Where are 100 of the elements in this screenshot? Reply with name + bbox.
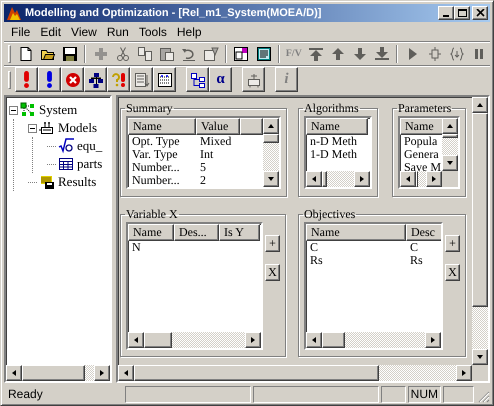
- scroll-arrow-button[interactable]: [472, 97, 488, 113]
- side-button[interactable]: +: [445, 235, 460, 252]
- status-indicator: NUM: [408, 386, 441, 402]
- side-button[interactable]: X: [265, 264, 280, 281]
- exclamation-icon: [24, 71, 29, 88]
- scrollbar-corner: [442, 171, 458, 187]
- scroll-arrow-button[interactable]: [400, 171, 416, 187]
- column-header[interactable]: Name: [306, 224, 406, 241]
- scroll-thumb[interactable]: [322, 332, 345, 348]
- maximize-icon: [458, 9, 466, 17]
- menu-item[interactable]: Tools: [134, 24, 172, 38]
- tree-icon: [190, 72, 206, 88]
- scroll-thumb[interactable]: [263, 134, 279, 144]
- column-header[interactable]: Value: [196, 118, 240, 135]
- column-header[interactable]: Name: [128, 118, 196, 135]
- scrollbar[interactable]: [400, 171, 442, 187]
- scroll-thumb[interactable]: [322, 171, 327, 187]
- menu-item[interactable]: Edit: [35, 24, 66, 38]
- menu-item[interactable]: Help: [172, 24, 207, 38]
- close-icon: [476, 9, 484, 17]
- list-icon: [134, 72, 150, 88]
- app-icon: [6, 5, 22, 21]
- list-cell-text: Popula: [403, 135, 438, 148]
- scroll-arrow-button[interactable]: [456, 365, 472, 381]
- table-icon: [58, 156, 74, 172]
- toolbar-button[interactable]: [38, 67, 61, 92]
- scrollbar[interactable]: [306, 171, 370, 187]
- scroll-arrow-button[interactable]: [354, 171, 370, 187]
- error-icon: [64, 72, 80, 88]
- maximize-button[interactable]: [454, 6, 470, 20]
- close-button[interactable]: [472, 6, 488, 20]
- new-document-icon[interactable]: [18, 46, 34, 62]
- column-header[interactable]: Name: [400, 118, 442, 135]
- list-cell-text: 5: [199, 161, 207, 174]
- exclamation-icon: [47, 71, 52, 88]
- scrollbar[interactable]: [306, 332, 441, 348]
- column-header[interactable]: Name: [306, 118, 368, 135]
- scroll-arrow-button[interactable]: [425, 332, 441, 348]
- side-button[interactable]: X: [445, 264, 460, 281]
- scroll-thumb[interactable]: [416, 171, 418, 187]
- resize-grip-icon[interactable]: [476, 389, 490, 403]
- menu-item[interactable]: File: [6, 24, 36, 38]
- list-cell-text: 1-D Meth: [309, 148, 358, 161]
- scrollbar[interactable]: [118, 365, 472, 381]
- scroll-arrow-button[interactable]: [118, 365, 134, 381]
- tree-item[interactable]: Models: [57, 120, 98, 136]
- scroll-arrow-button[interactable]: [245, 332, 261, 348]
- scroll-thumb[interactable]: [472, 113, 488, 307]
- column-header[interactable]: [240, 118, 263, 135]
- scroll-arrow-button[interactable]: [263, 118, 279, 134]
- side-button[interactable]: +: [265, 235, 280, 252]
- scroll-arrow-button[interactable]: [306, 332, 322, 348]
- group-title: Variable X: [125, 207, 179, 222]
- scroll-arrow-button[interactable]: [6, 365, 22, 381]
- column-header[interactable]: Is Y: [219, 224, 260, 241]
- toolbar-button[interactable]: [186, 67, 209, 92]
- toolbar-button[interactable]: [153, 67, 176, 92]
- scroll-thumb[interactable]: [144, 332, 172, 348]
- scroll-thumb[interactable]: [22, 365, 86, 381]
- scrollbar[interactable]: [263, 118, 279, 187]
- toolbar-button[interactable]: α: [209, 67, 232, 92]
- scroll-arrow-button[interactable]: [442, 118, 458, 134]
- expand-toggle[interactable]: [28, 124, 37, 132]
- column-header[interactable]: Desc: [406, 224, 441, 241]
- status-pane: [443, 386, 474, 402]
- scrollbar[interactable]: [442, 118, 458, 171]
- list-cell-text: Number...: [131, 161, 181, 174]
- scroll-thumb[interactable]: [442, 134, 458, 138]
- toolbar-button[interactable]: [61, 67, 84, 92]
- scroll-thumb[interactable]: [134, 365, 379, 381]
- scroll-arrow-button[interactable]: [306, 171, 322, 187]
- scroll-arrow-button[interactable]: [472, 349, 488, 365]
- device-icon: [39, 120, 55, 136]
- tree-item[interactable]: equ_: [76, 138, 104, 154]
- scroll-arrow-button[interactable]: [426, 171, 442, 187]
- expand-toggle[interactable]: [9, 106, 18, 114]
- group-title: Summary: [125, 101, 174, 116]
- tree-item[interactable]: System: [38, 102, 78, 118]
- tree-item[interactable]: Results: [57, 174, 98, 190]
- scroll-arrow-button[interactable]: [442, 155, 458, 171]
- menu-item[interactable]: Run: [102, 24, 134, 38]
- scrollbar[interactable]: [128, 332, 261, 348]
- window-icon[interactable]: [233, 46, 250, 62]
- scrollbar[interactable]: [472, 97, 488, 365]
- tree-item[interactable]: parts: [76, 156, 104, 172]
- column-header[interactable]: Des...: [174, 224, 219, 241]
- column-header[interactable]: Name: [128, 224, 174, 241]
- scroll-arrow-button[interactable]: [263, 171, 279, 187]
- panel-icon[interactable]: [256, 46, 272, 62]
- list-cell-text: C: [309, 241, 320, 254]
- menu-item[interactable]: View: [66, 24, 102, 38]
- toolbar-button[interactable]: [107, 67, 130, 92]
- scroll-arrow-button[interactable]: [94, 365, 110, 381]
- minimize-button[interactable]: [438, 6, 454, 20]
- toolbar-button[interactable]: [15, 67, 38, 92]
- group-title: Parameters: [397, 101, 452, 116]
- scroll-arrow-button[interactable]: [128, 332, 144, 348]
- toolbar-button[interactable]: [84, 67, 107, 92]
- scrollbar[interactable]: [6, 365, 110, 381]
- list-cell-text: Genera: [403, 148, 440, 161]
